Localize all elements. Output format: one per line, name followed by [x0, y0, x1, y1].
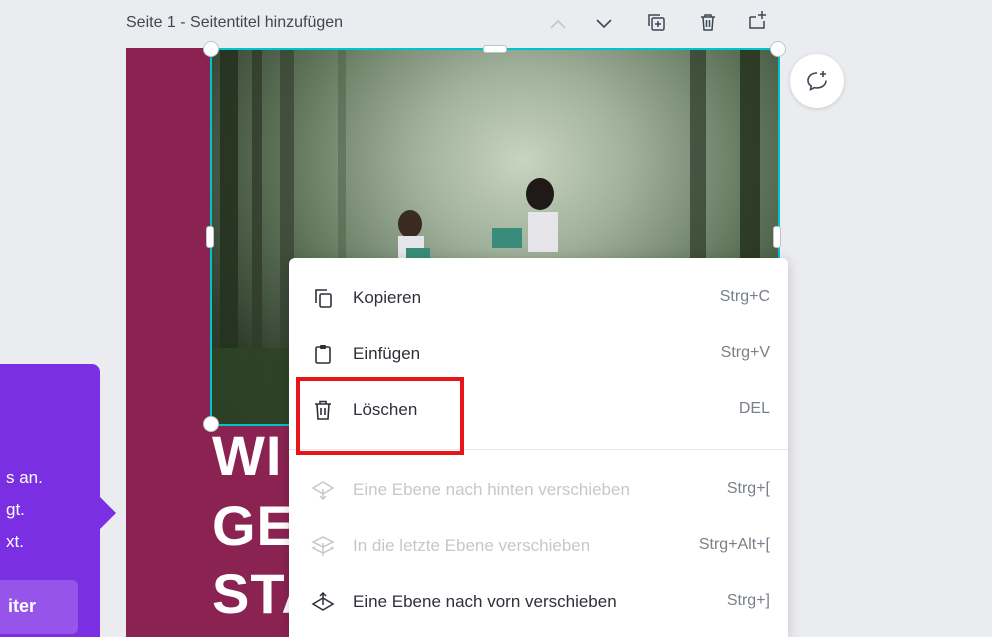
- resize-handle-top[interactable]: [483, 45, 507, 53]
- menu-item-bring-forward[interactable]: Eine Ebene nach vorn verschieben Strg+]: [289, 578, 788, 626]
- tooltip-text-line-1: s an.: [6, 468, 43, 487]
- send-backward-icon: [311, 478, 335, 502]
- menu-item-shortcut: Strg+[: [726, 480, 770, 497]
- menu-item-label: Eine Ebene nach hinten verschieben: [353, 480, 630, 499]
- menu-item-shortcut: DEL: [738, 400, 770, 417]
- bring-forward-icon: [311, 590, 335, 614]
- heading-line-1[interactable]: WI: [212, 428, 282, 484]
- menu-item-label: Kopieren: [353, 288, 422, 307]
- page-title[interactable]: Seite 1 - Seitentitel hinzufügen: [126, 14, 343, 32]
- menu-item-send-to-back[interactable]: In die letzte Ebene verschieben Strg+Alt…: [289, 522, 788, 570]
- page-header: Seite 1 - Seitentitel hinzufügen: [126, 8, 786, 40]
- duplicate-page-icon[interactable]: [644, 10, 668, 34]
- menu-item-shortcut: Strg+]: [726, 592, 770, 609]
- resize-handle-left[interactable]: [206, 226, 214, 248]
- chevron-up-icon[interactable]: [546, 12, 570, 36]
- menu-item-label: Einfügen: [353, 344, 421, 363]
- chevron-down-icon[interactable]: [592, 12, 616, 36]
- paste-icon: [311, 342, 335, 366]
- comment-plus-icon: [807, 71, 827, 91]
- menu-item-shortcut: Strg+Alt+[: [698, 536, 770, 553]
- delete-highlight-annotation: [296, 377, 464, 455]
- menu-item-label: Eine Ebene nach vorn verschieben: [353, 592, 617, 611]
- tooltip-text-line-2: gt.: [6, 500, 25, 519]
- tooltip-next-button[interactable]: iter: [0, 580, 78, 634]
- add-page-icon[interactable]: [746, 8, 770, 32]
- add-comment-button[interactable]: [790, 54, 844, 108]
- menu-item-label: In die letzte Ebene verschieben: [353, 536, 591, 555]
- delete-page-icon[interactable]: [696, 10, 720, 34]
- send-to-back-icon: [311, 534, 335, 558]
- resize-handle-right[interactable]: [773, 226, 781, 248]
- tooltip-text-line-3: xt.: [6, 532, 24, 551]
- menu-item-copy[interactable]: Kopieren Strg+C: [289, 274, 788, 322]
- menu-item-shortcut: Strg+C: [719, 288, 770, 305]
- tooltip-next-label: iter: [8, 596, 37, 616]
- copy-icon: [311, 286, 335, 310]
- menu-item-send-backward[interactable]: Eine Ebene nach hinten verschieben Strg+…: [289, 466, 788, 514]
- heading-line-2[interactable]: GE: [212, 498, 295, 554]
- tooltip-arrow: [100, 497, 116, 529]
- menu-item-paste[interactable]: Einfügen Strg+V: [289, 330, 788, 378]
- resize-handle-top-right[interactable]: [770, 41, 786, 57]
- resize-handle-top-left[interactable]: [203, 41, 219, 57]
- menu-item-shortcut: Strg+V: [720, 344, 770, 361]
